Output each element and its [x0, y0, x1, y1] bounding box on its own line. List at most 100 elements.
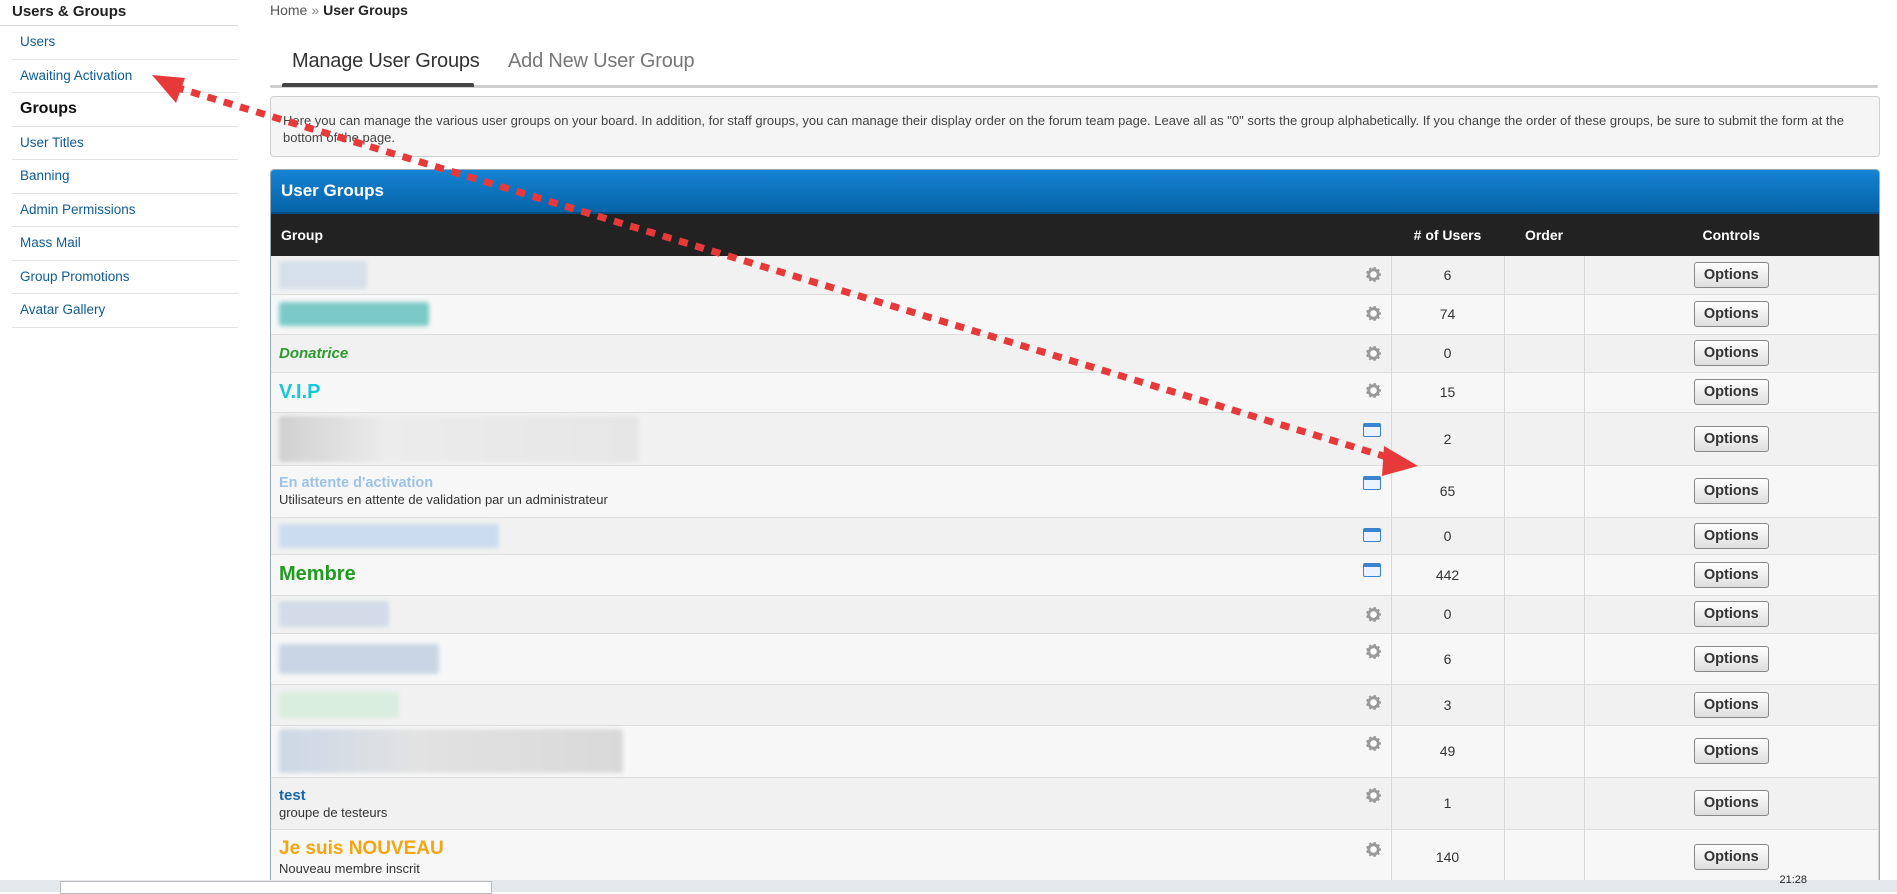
- controls-cell: Options: [1584, 725, 1879, 778]
- redacted-group-name: [279, 729, 623, 773]
- options-button[interactable]: Options: [1693, 691, 1769, 718]
- gear-icon: [1365, 345, 1381, 361]
- tab-add-new-user-group[interactable]: Add New User Group: [508, 50, 695, 73]
- group-name-link[interactable]: Membre: [279, 563, 356, 585]
- sidebar-item-group-promotions[interactable]: Group Promotions: [12, 261, 238, 294]
- order-cell: [1504, 725, 1585, 778]
- options-button[interactable]: Options: [1693, 340, 1769, 366]
- group-cell: V.I.P: [271, 372, 1392, 413]
- column-header-users: # of Users: [1391, 214, 1504, 256]
- order-cell: [1504, 412, 1585, 466]
- options-button[interactable]: Options: [1693, 601, 1769, 627]
- user-count: 1: [1391, 777, 1505, 830]
- window-icon: [1362, 527, 1381, 542]
- options-button[interactable]: Options: [1693, 301, 1769, 327]
- table-row: 6 Options: [271, 256, 1879, 295]
- group-cell: [271, 595, 1392, 634]
- group-description: Nouveau membre inscrit: [279, 861, 420, 876]
- redacted-group-name: [279, 643, 439, 674]
- panel-title: User Groups: [271, 170, 1879, 214]
- group-cell: [271, 294, 1392, 335]
- group-name-link[interactable]: V.I.P: [279, 381, 321, 403]
- order-cell: [1504, 517, 1585, 555]
- taskbar-search-box[interactable]: [60, 881, 492, 894]
- taskbar-clock: 21:28: [1779, 874, 1807, 886]
- group-cell: [271, 684, 1392, 726]
- group-cell: Je suis NOUVEAU Nouveau membre inscrit: [271, 829, 1392, 886]
- options-button[interactable]: Options: [1693, 561, 1769, 588]
- options-button[interactable]: Options: [1693, 425, 1769, 452]
- gear-icon: [1365, 787, 1381, 803]
- options-button[interactable]: Options: [1693, 738, 1769, 764]
- options-button[interactable]: Options: [1693, 379, 1769, 405]
- sidebar-item-groups[interactable]: Groups: [12, 93, 238, 127]
- options-button[interactable]: Options: [1693, 261, 1769, 288]
- user-count: 3: [1391, 684, 1505, 726]
- breadcrumb-separator: »: [311, 2, 320, 18]
- table-row: 0 Options: [271, 595, 1879, 634]
- user-count: 140: [1391, 829, 1505, 886]
- sidebar-item-admin-permissions[interactable]: Admin Permissions: [12, 194, 238, 227]
- options-button[interactable]: Options: [1693, 790, 1769, 816]
- table-row: V.I.P 15 Options: [271, 372, 1879, 413]
- group-name-link[interactable]: test: [279, 787, 1383, 804]
- gear-icon: [1365, 735, 1381, 751]
- gear-icon: [1365, 606, 1381, 622]
- table-header-row: Group # of Users Order Controls: [271, 214, 1879, 256]
- controls-cell: Options: [1584, 334, 1879, 373]
- sidebar-title: Users & Groups: [0, 0, 238, 26]
- table-row: 0 Options: [271, 517, 1879, 555]
- group-cell: [271, 256, 1392, 295]
- sidebar-item-user-titles[interactable]: User Titles: [12, 127, 238, 160]
- controls-cell: Options: [1584, 294, 1879, 335]
- group-cell: Donatrice: [271, 334, 1392, 373]
- user-count: 74: [1391, 294, 1505, 335]
- gear-icon: [1365, 267, 1381, 282]
- controls-cell: Options: [1584, 633, 1879, 685]
- breadcrumb-home-link[interactable]: Home: [270, 2, 307, 18]
- os-taskbar: 21:28: [0, 874, 1897, 894]
- options-button[interactable]: Options: [1693, 522, 1769, 549]
- group-cell: En attente d'activation Utilisateurs en …: [271, 465, 1392, 518]
- group-name-link[interactable]: En attente d'activation: [279, 475, 1383, 491]
- user-count: 0: [1391, 595, 1505, 634]
- order-cell: [1504, 633, 1585, 685]
- table-row: 49 Options: [271, 725, 1879, 778]
- options-button[interactable]: Options: [1693, 844, 1769, 870]
- redacted-group-name: [279, 523, 499, 548]
- redacted-group-name: [279, 302, 429, 326]
- controls-cell: Options: [1584, 517, 1879, 555]
- user-count: 65: [1391, 465, 1505, 518]
- table-row: Donatrice 0 Options: [271, 334, 1879, 373]
- sidebar-item-users[interactable]: Users: [12, 26, 238, 60]
- group-name-link[interactable]: Donatrice: [279, 345, 348, 362]
- order-cell: [1504, 334, 1585, 373]
- column-header-controls: Controls: [1584, 214, 1879, 256]
- redacted-group-name: [279, 260, 367, 289]
- table-row: 3 Options: [271, 684, 1879, 726]
- group-name-link[interactable]: Je suis NOUVEAU: [279, 838, 1383, 860]
- table-row: 74 Options: [271, 294, 1879, 335]
- options-button[interactable]: Options: [1693, 478, 1769, 504]
- column-header-order: Order: [1504, 214, 1584, 256]
- controls-cell: Options: [1584, 554, 1879, 596]
- options-button[interactable]: Options: [1693, 645, 1769, 672]
- user-count: 49: [1391, 725, 1505, 778]
- user-count: 442: [1391, 554, 1505, 596]
- table-row: 6 Options: [271, 633, 1879, 685]
- order-cell: [1504, 554, 1585, 596]
- sidebar-item-avatar-gallery[interactable]: Avatar Gallery: [12, 294, 238, 328]
- sidebar-menu: Users Awaiting Activation Groups User Ti…: [12, 26, 238, 328]
- sidebar-item-banning[interactable]: Banning: [12, 160, 238, 194]
- sidebar-item-mass-mail[interactable]: Mass Mail: [12, 227, 238, 261]
- group-cell: [271, 412, 1392, 466]
- gear-icon: [1365, 643, 1381, 659]
- order-cell: [1504, 372, 1585, 413]
- tab-manage-user-groups[interactable]: Manage User Groups: [292, 50, 480, 73]
- order-cell: [1504, 294, 1585, 335]
- table-row: Je suis NOUVEAU Nouveau membre inscrit 1…: [271, 829, 1879, 886]
- gear-icon: [1365, 305, 1381, 321]
- user-count: 15: [1391, 372, 1505, 413]
- redacted-group-name: [279, 601, 389, 627]
- sidebar-item-awaiting-activation[interactable]: Awaiting Activation: [12, 60, 238, 93]
